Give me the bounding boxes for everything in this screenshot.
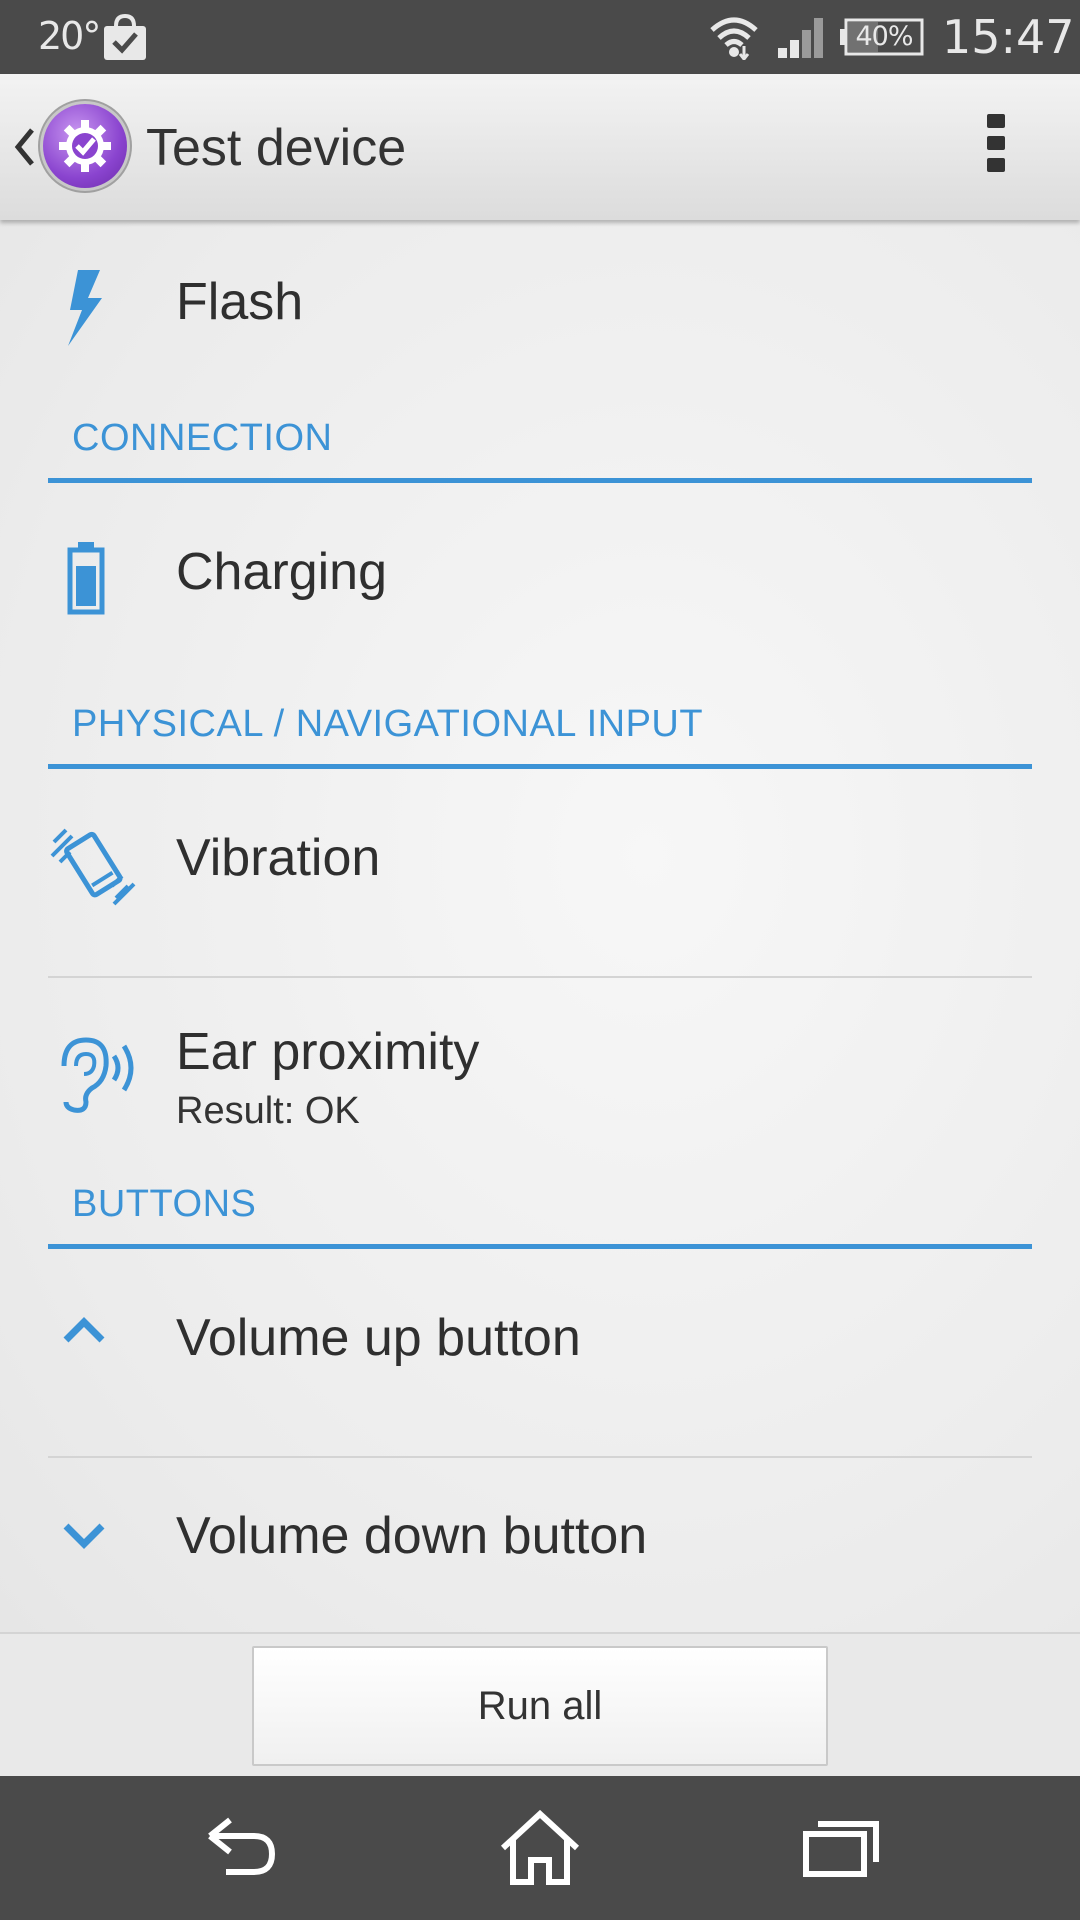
list-item-label: Ear proximity [176, 1023, 480, 1081]
battery-percent-text: 40% [855, 21, 913, 52]
shopping-bag-check-icon [104, 13, 146, 60]
back-caret-icon[interactable] [12, 126, 36, 168]
test-result-text: Result: OK [176, 1090, 360, 1132]
vibration-icon [50, 828, 136, 906]
section-header-label: CONNECTION [72, 417, 333, 459]
section-header-connection: CONNECTION [48, 417, 1032, 483]
divider [48, 976, 1032, 978]
app-icon[interactable] [43, 104, 127, 188]
back-icon[interactable] [196, 1808, 286, 1888]
list-item-label: Flash [176, 273, 304, 331]
run-all-button[interactable]: Run all [252, 1646, 828, 1766]
divider [48, 1456, 1032, 1458]
list-item-vibration[interactable]: Vibration [48, 776, 1032, 936]
signal-icon [778, 18, 823, 58]
list-item-label: Volume down button [176, 1507, 648, 1565]
list-item-label: Volume up button [176, 1309, 581, 1367]
list-item-flash[interactable]: Flash [48, 220, 1032, 380]
wifi-icon [710, 17, 758, 60]
page-title: Test device [146, 119, 407, 177]
ear-icon [61, 1037, 134, 1113]
temperature-text: 20° [38, 14, 101, 58]
chevron-up-icon [63, 1317, 105, 1343]
clock: 15:47 [942, 10, 1075, 64]
list-item-label: Vibration [176, 829, 381, 887]
action-bar: Test device [0, 74, 1080, 220]
gear-check-icon [59, 120, 111, 172]
section-header-buttons: BUTTONS [48, 1183, 1032, 1249]
run-all-bar: Run all [0, 1632, 1080, 1778]
list-item-label: Charging [176, 543, 388, 601]
test-list: Flash CONNECTION Charging PHYSICAL / NAV… [0, 220, 1080, 1632]
navigation-bar [0, 1776, 1080, 1920]
chevron-down-icon [63, 1523, 105, 1549]
section-header-label: PHYSICAL / NAVIGATIONAL INPUT [72, 703, 704, 745]
list-item-volume-down[interactable]: Volume down button [48, 1460, 1032, 1620]
flash-icon [68, 270, 102, 346]
overflow-menu-icon[interactable] [980, 114, 1012, 180]
list-item-volume-up[interactable]: Volume up button [48, 1256, 1032, 1416]
list-item-ear-proximity[interactable]: Ear proximity Result: OK [48, 980, 1032, 1160]
list-item-charging[interactable]: Charging [48, 490, 1032, 650]
section-header-label: BUTTONS [72, 1183, 257, 1225]
battery-charging-icon [67, 542, 105, 615]
home-icon[interactable] [495, 1808, 585, 1888]
section-header-physical-input: PHYSICAL / NAVIGATIONAL INPUT [48, 703, 1032, 769]
status-bar: 20° 40% 15:47 [0, 0, 1080, 74]
recent-apps-icon[interactable] [796, 1808, 886, 1888]
